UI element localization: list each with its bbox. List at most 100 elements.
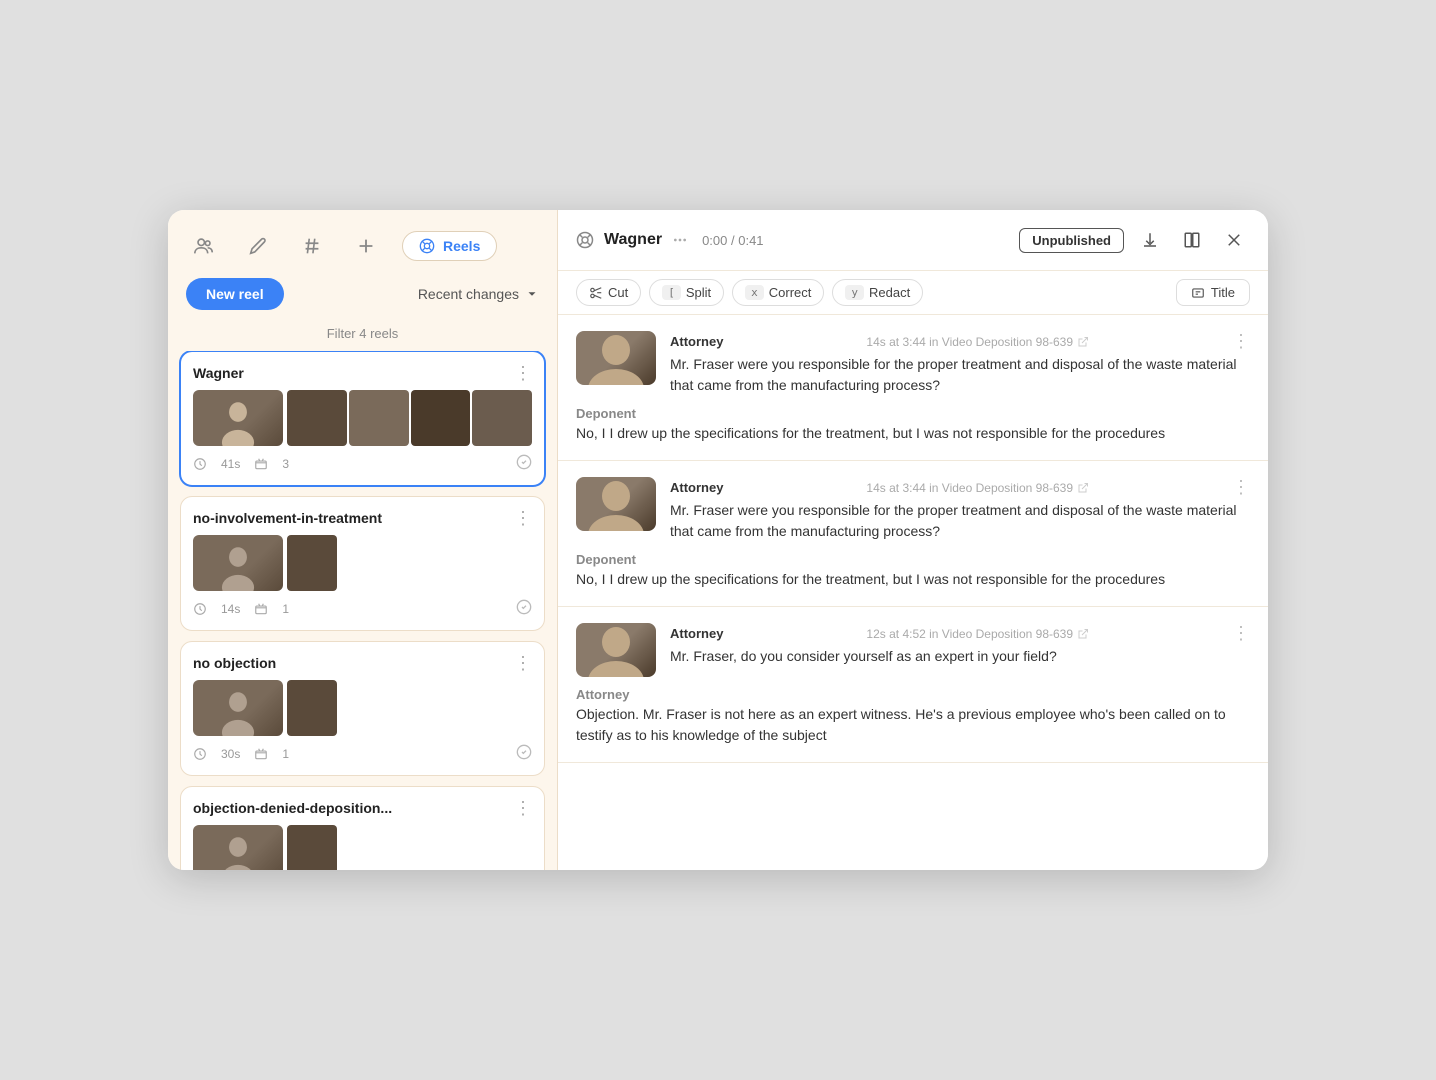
reel-check-icon (516, 454, 532, 473)
clip-speaker: Attorney (670, 334, 723, 349)
clip-response-speaker: Attorney (576, 687, 1250, 702)
reel-clips: 1 (282, 747, 289, 761)
reel-check-icon (516, 744, 532, 763)
reel-duration: 14s (221, 602, 240, 616)
filter-bar: Filter 4 reels (168, 320, 557, 351)
close-button[interactable] (1218, 224, 1250, 256)
edit-icon[interactable] (240, 228, 276, 264)
plus-icon[interactable] (348, 228, 384, 264)
reel-title: objection-denied-deposition... (193, 800, 392, 816)
clip-speaker: Attorney (670, 626, 723, 641)
reel-thumb-main (193, 680, 283, 736)
correct-button[interactable]: x Correct (732, 279, 824, 306)
reel-item-no-involvement[interactable]: no-involvement-in-treatment ⋮ (180, 496, 545, 631)
clip-menu-icon[interactable]: ⋮ (1232, 477, 1250, 498)
clip-question-text: Mr. Fraser were you responsible for the … (670, 354, 1250, 396)
reel-duration: 41s (221, 457, 240, 471)
title-label: Title (1211, 285, 1235, 300)
toolbar-row: New reel Recent changes (168, 264, 557, 320)
reel-menu-icon[interactable]: ⋮ (514, 799, 532, 817)
clip-response-speaker: Deponent (576, 406, 1250, 421)
recent-changes-dropdown[interactable]: Recent changes (418, 286, 539, 302)
reel-thumb-strip (287, 535, 532, 591)
clip-thumbnail (576, 477, 656, 531)
cut-label: Cut (608, 285, 628, 300)
clip-meta: Attorney 12s at 4:52 in Video Deposition… (670, 623, 1250, 667)
reel-menu-icon[interactable]: ⋮ (514, 509, 532, 527)
split-key: [ (662, 285, 681, 300)
reel-list: Wagner ⋮ (168, 351, 557, 870)
clip-thumbnail (576, 623, 656, 677)
cut-button[interactable]: Cut (576, 279, 641, 306)
clip-time-ref: 14s at 3:44 in Video Deposition 98-639 (866, 481, 1089, 495)
reel-clips: 1 (282, 602, 289, 616)
toolbar-strip: Cut [ Split x Correct y Redact Title (558, 271, 1268, 315)
app-container: Reels New reel Recent changes Filter 4 r… (168, 210, 1268, 870)
title-icon (1191, 286, 1205, 300)
clips-icon (254, 602, 268, 616)
correct-key: x (745, 285, 764, 300)
reel-title: no-involvement-in-treatment (193, 510, 382, 526)
player-reel-name: Wagner (604, 231, 662, 249)
correct-label: Correct (769, 285, 812, 300)
clock-icon (193, 747, 207, 761)
right-header: Wagner 0:00 / 0:41 Unpublished (558, 210, 1268, 271)
clip-menu-icon[interactable]: ⋮ (1232, 331, 1250, 352)
cut-icon (589, 286, 603, 300)
reel-duration: 30s (221, 747, 240, 761)
people-icon[interactable] (186, 228, 222, 264)
reel-item-wagner[interactable]: Wagner ⋮ (180, 351, 545, 486)
clip-meta: Attorney 14s at 3:44 in Video Deposition… (670, 331, 1250, 396)
title-button[interactable]: Title (1176, 279, 1250, 306)
clip-thumbnail (576, 331, 656, 385)
clip-entry-3: Attorney 12s at 4:52 in Video Deposition… (558, 607, 1268, 763)
clock-icon (193, 602, 207, 616)
clip-meta: Attorney 14s at 3:44 in Video Deposition… (670, 477, 1250, 542)
clock-icon (193, 457, 207, 471)
reel-thumb-main (193, 825, 283, 870)
reel-title: Wagner (193, 365, 244, 381)
unpublished-badge: Unpublished (1019, 228, 1124, 253)
hash-icon[interactable] (294, 228, 330, 264)
clip-time-ref: 12s at 4:52 in Video Deposition 98-639 (866, 627, 1089, 641)
reel-check-icon (516, 599, 532, 618)
clip-entry-2: Attorney 14s at 3:44 in Video Deposition… (558, 461, 1268, 607)
clip-time-ref: 14s at 3:44 in Video Deposition 98-639 (866, 335, 1089, 349)
redact-label: Redact (869, 285, 910, 300)
split-label: Split (686, 285, 711, 300)
right-panel: Wagner 0:00 / 0:41 Unpublished (558, 210, 1268, 870)
reel-item-objection-denied[interactable]: objection-denied-deposition... ⋮ (180, 786, 545, 870)
layout-toggle-button[interactable] (1176, 224, 1208, 256)
reels-tab-label: Reels (443, 238, 480, 254)
reel-menu-icon[interactable]: ⋮ (514, 654, 532, 672)
reel-title: no objection (193, 655, 276, 671)
external-link-icon (1077, 482, 1089, 494)
clip-question-text: Mr. Fraser, do you consider yourself as … (670, 646, 1250, 667)
clips-icon (254, 457, 268, 471)
external-link-icon (1077, 628, 1089, 640)
clip-menu-icon[interactable]: ⋮ (1232, 623, 1250, 644)
time-display: 0:00 / 0:41 (702, 233, 763, 248)
reel-thumb-main (193, 535, 283, 591)
reel-icon (576, 231, 594, 249)
reel-thumb-strip (287, 390, 532, 446)
clip-response-text: No, I I drew up the specifications for t… (576, 423, 1250, 444)
more-options-icon[interactable] (672, 232, 688, 248)
reel-menu-icon[interactable]: ⋮ (514, 364, 532, 382)
nav-tabs: Reels (168, 210, 557, 264)
new-reel-button[interactable]: New reel (186, 278, 284, 310)
clips-icon (254, 747, 268, 761)
download-button[interactable] (1134, 224, 1166, 256)
reel-clips: 3 (282, 457, 289, 471)
reels-tab[interactable]: Reels (402, 231, 497, 261)
chevron-down-icon (525, 287, 539, 301)
reel-item-no-objection[interactable]: no objection ⋮ 30s (180, 641, 545, 776)
split-button[interactable]: [ Split (649, 279, 724, 306)
clip-response-speaker: Deponent (576, 552, 1250, 567)
clips-area: Attorney 14s at 3:44 in Video Deposition… (558, 315, 1268, 870)
redact-key: y (845, 285, 864, 300)
left-panel: Reels New reel Recent changes Filter 4 r… (168, 210, 558, 870)
clip-question-text: Mr. Fraser were you responsible for the … (670, 500, 1250, 542)
redact-button[interactable]: y Redact (832, 279, 923, 306)
reel-thumb-main (193, 390, 283, 446)
